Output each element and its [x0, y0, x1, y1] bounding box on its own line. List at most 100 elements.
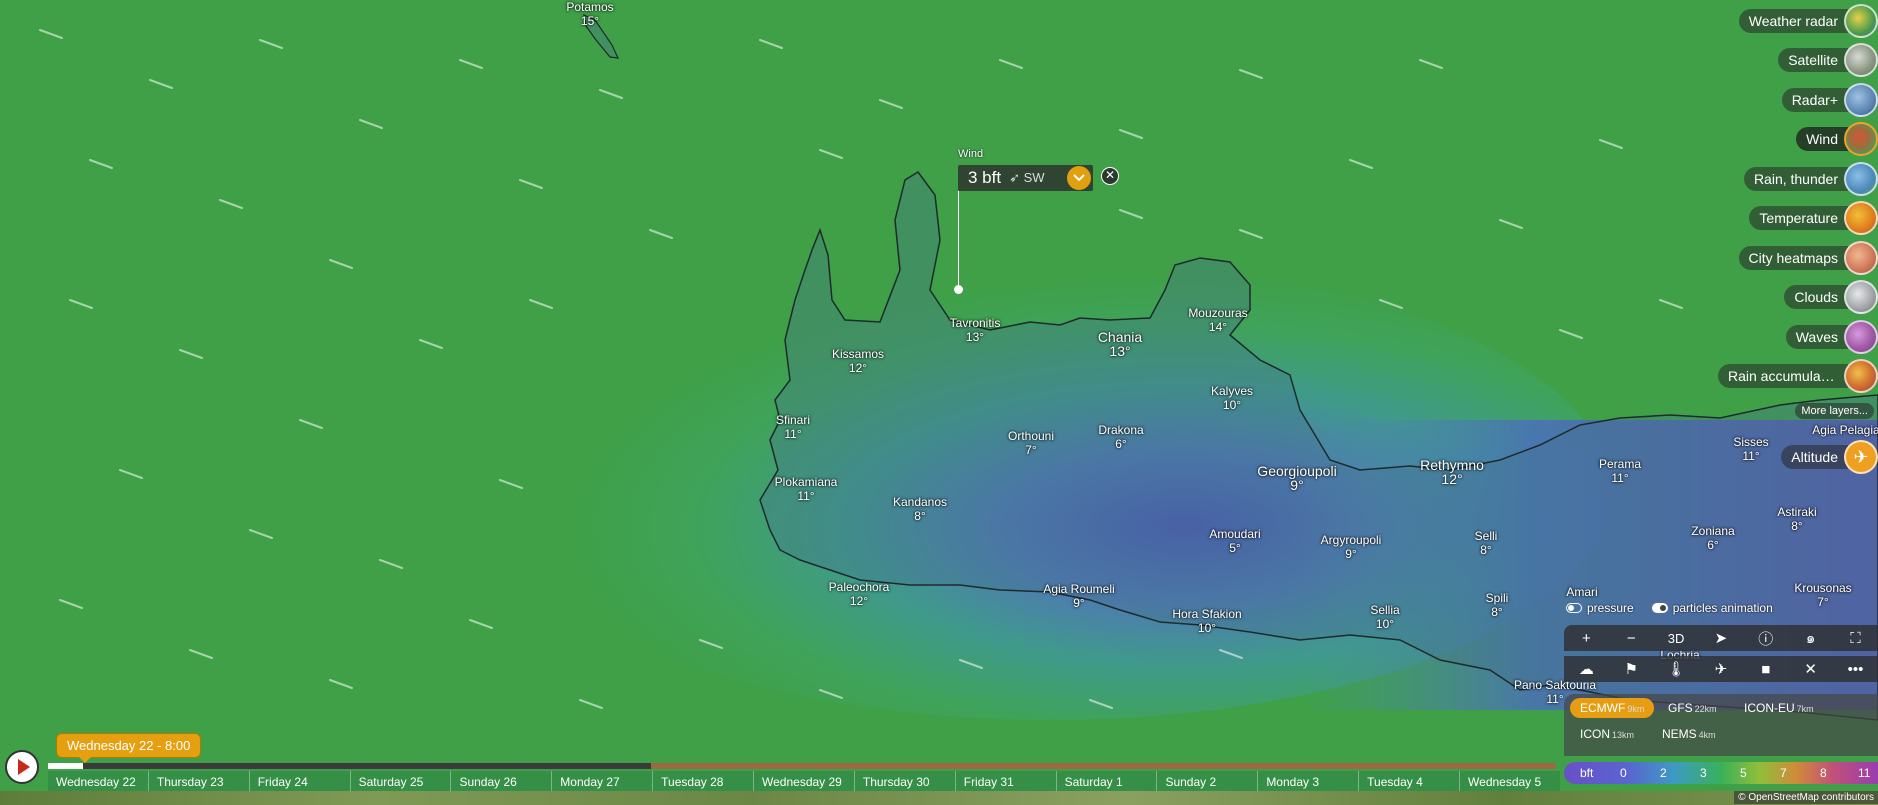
- satellite-icon: [1844, 43, 1878, 77]
- place-label[interactable]: Agia Pelagia: [1812, 423, 1878, 437]
- camera-icon[interactable]: ■: [1751, 661, 1781, 678]
- timeline-handle[interactable]: [48, 763, 83, 769]
- wind-direction: ➶ SW: [1009, 170, 1045, 185]
- place-label[interactable]: Mouzouras 14°: [1188, 306, 1247, 334]
- chevron-down-icon[interactable]: [1067, 166, 1091, 190]
- layer-waves[interactable]: Waves: [1785, 320, 1878, 354]
- map-canvas[interactable]: [0, 0, 1878, 805]
- place-label[interactable]: Rethymno 12°: [1420, 458, 1484, 486]
- timeline-day[interactable]: Friday 24: [248, 771, 350, 791]
- thermometer-icon[interactable]: 🌡: [1661, 660, 1691, 678]
- layer-radar-plus[interactable]: Radar+: [1781, 83, 1878, 117]
- weather-radar-icon: [1844, 4, 1878, 38]
- scale-tick: 8: [1820, 766, 1827, 780]
- place-label[interactable]: Sisses 11°: [1733, 435, 1768, 463]
- place-label[interactable]: Drakona 6°: [1098, 423, 1143, 451]
- place-label[interactable]: Tavronitis 13°: [950, 316, 1001, 344]
- place-label[interactable]: Hora Sfakion 10°: [1172, 607, 1241, 635]
- timeline-day[interactable]: Saturday 1: [1055, 771, 1157, 791]
- timeline-day[interactable]: Wednesday 29: [753, 771, 854, 791]
- place-label[interactable]: Georgioupoli 9°: [1257, 464, 1336, 492]
- layer-temperature[interactable]: Temperature: [1749, 201, 1878, 235]
- timeline-day[interactable]: Thursday 30: [853, 771, 955, 791]
- place-label[interactable]: Sellia 10°: [1370, 603, 1399, 631]
- model-icon[interactable]: ICON 13km: [1570, 724, 1644, 744]
- timeline-day[interactable]: Sunday 2: [1156, 771, 1258, 791]
- more-layers-link[interactable]: More layers...: [1795, 403, 1874, 419]
- place-label[interactable]: Astiraki 8°: [1777, 505, 1816, 533]
- place-label[interactable]: Potamos 15°: [566, 0, 613, 28]
- wind-scale-legend[interactable]: bft 0 2 3 5 7 8 11: [1564, 762, 1878, 784]
- place-label[interactable]: Sfinari 11°: [776, 413, 810, 441]
- timeline-day[interactable]: Monday 3: [1257, 771, 1359, 791]
- info-icon[interactable]: ⓘ: [1751, 628, 1781, 649]
- layer-weather-radar[interactable]: Weather radar: [1738, 4, 1878, 38]
- layer-city-heatmaps[interactable]: City heatmaps: [1738, 241, 1878, 275]
- zoom-in-button[interactable]: +: [1571, 630, 1601, 647]
- layer-wind[interactable]: Wind: [1796, 122, 1878, 156]
- close-icon[interactable]: ✕: [1101, 167, 1119, 185]
- timeline-day[interactable]: Tuesday 4: [1358, 771, 1460, 791]
- timeline-day[interactable]: Wednesday 5: [1459, 771, 1560, 791]
- place-label[interactable]: Zoniana 6°: [1691, 524, 1734, 552]
- model-icon-eu[interactable]: ICON-EU 7km: [1734, 698, 1824, 718]
- timeline-day[interactable]: Saturday 25: [349, 771, 451, 791]
- picker-stem: [958, 191, 959, 291]
- place-label[interactable]: Orthouni 7°: [1008, 429, 1054, 457]
- place-label[interactable]: Perama 11°: [1599, 457, 1641, 485]
- scale-tick: 11: [1858, 766, 1871, 780]
- model-gfs[interactable]: GFS 22km: [1658, 698, 1727, 718]
- model-nems[interactable]: NEMS 4km: [1652, 724, 1726, 744]
- flag-icon[interactable]: ⚑: [1616, 660, 1646, 678]
- timeline-track[interactable]: [48, 763, 1556, 769]
- 3d-button[interactable]: 3D: [1661, 631, 1691, 646]
- zoom-out-button[interactable]: −: [1616, 630, 1646, 647]
- scale-unit: bft: [1580, 766, 1594, 780]
- place-label[interactable]: Plokamiana 11°: [775, 475, 838, 503]
- particles-toggle[interactable]: particles animation: [1651, 601, 1773, 615]
- layer-rain-accumulation[interactable]: Rain accumulati...: [1718, 359, 1878, 393]
- pressure-toggle[interactable]: pressure: [1566, 601, 1634, 615]
- place-label[interactable]: Chania 13°: [1098, 330, 1142, 358]
- place-label[interactable]: Paleochora 12°: [829, 580, 890, 608]
- play-button[interactable]: [5, 750, 39, 784]
- altitude-control[interactable]: Altitude ✈: [1781, 440, 1878, 474]
- place-label[interactable]: Argyroupoli 9°: [1321, 533, 1382, 561]
- timeline-day[interactable]: Thursday 23: [147, 771, 249, 791]
- more-icon[interactable]: •••: [1840, 661, 1870, 678]
- place-label[interactable]: Kalyves 10°: [1211, 384, 1253, 412]
- map-attribution[interactable]: © OpenStreetMap contributors: [1734, 791, 1878, 804]
- place-label[interactable]: Kandanos 8°: [893, 495, 947, 523]
- place-label[interactable]: Spili 8°: [1486, 591, 1509, 619]
- timeline-day[interactable]: Friday 31: [954, 771, 1056, 791]
- picker-dot[interactable]: [954, 285, 963, 294]
- timeline-day[interactable]: Monday 27: [551, 771, 653, 791]
- weather-icon[interactable]: ☁: [1571, 660, 1601, 678]
- hurricane-icon[interactable]: ๑: [1796, 626, 1826, 650]
- place-label[interactable]: Selli 8°: [1475, 529, 1498, 557]
- layer-rain-thunder[interactable]: Rain, thunder: [1743, 162, 1878, 196]
- airplane-icon[interactable]: ✈: [1706, 660, 1736, 678]
- locate-icon[interactable]: ➤: [1706, 629, 1736, 647]
- timeline-day[interactable]: Tuesday 28: [652, 771, 754, 791]
- cross-icon[interactable]: ✕: [1796, 660, 1826, 678]
- place-label[interactable]: Krousonas 7°: [1794, 581, 1851, 609]
- place-label[interactable]: Kissamos 12°: [832, 347, 884, 375]
- weather-map[interactable]: Potamos 15° Tavronitis 13° Kissamos 12° Cha…: [0, 0, 1878, 805]
- layer-satellite[interactable]: Satellite: [1778, 43, 1878, 77]
- toggle-switch[interactable]: [1566, 603, 1582, 613]
- clouds-icon: [1844, 280, 1878, 314]
- place-label[interactable]: Amari: [1566, 585, 1597, 599]
- popup-value-box[interactable]: 3 bft ➶ SW: [958, 165, 1093, 191]
- layer-clouds[interactable]: Clouds: [1784, 280, 1878, 314]
- fullscreen-icon[interactable]: ⛶: [1840, 630, 1870, 647]
- ground-strip: [0, 791, 1878, 805]
- wind-picker-popup[interactable]: Wind 3 bft ➶ SW ✕: [954, 148, 1119, 294]
- place-label[interactable]: Amoudari 5°: [1209, 527, 1260, 555]
- toggle-switch[interactable]: [1651, 603, 1668, 613]
- timeline-day[interactable]: Wednesday 22: [48, 771, 148, 791]
- timeline-day[interactable]: Sunday 26: [450, 771, 552, 791]
- overlay-toggles: pressure particles animation: [1566, 601, 1773, 615]
- place-label[interactable]: Agia Roumeli 9°: [1043, 582, 1114, 610]
- model-ecmwf[interactable]: ECMWF 9km: [1570, 698, 1655, 718]
